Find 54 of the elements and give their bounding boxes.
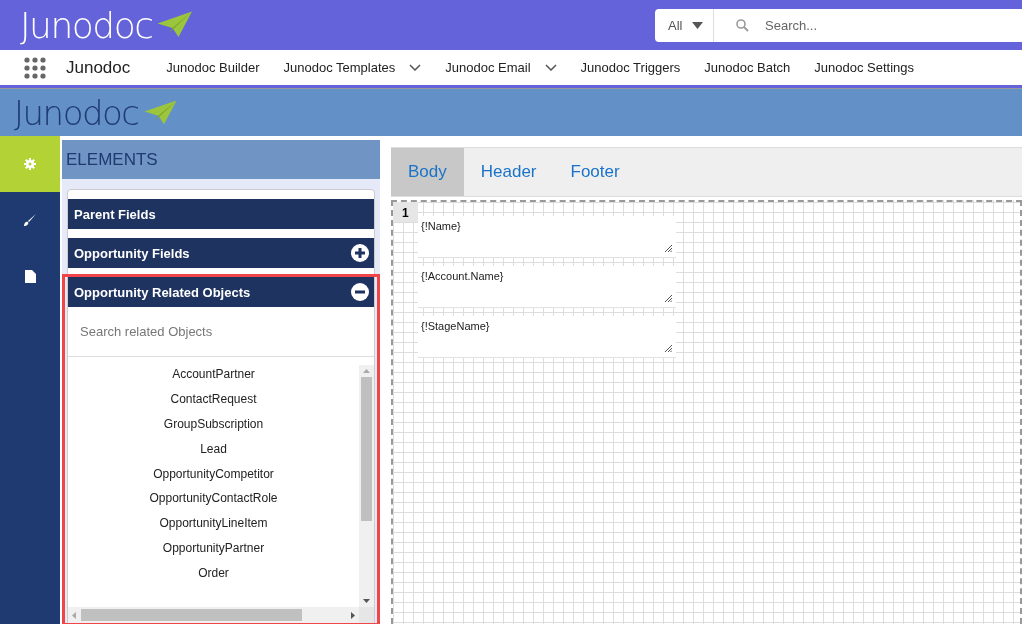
section-title: Opportunity Fields bbox=[74, 245, 190, 261]
scrollbar-corner bbox=[359, 607, 374, 623]
scope-dropdown[interactable]: All bbox=[655, 8, 714, 42]
resize-grip-icon bbox=[665, 345, 672, 352]
paper-plane-icon bbox=[156, 10, 194, 40]
editor-tab[interactable]: Header bbox=[463, 148, 554, 196]
nav-tab[interactable]: Junodoc Email bbox=[445, 60, 557, 75]
scrollbar-thumb[interactable] bbox=[81, 609, 302, 621]
line-number: 1 bbox=[393, 202, 418, 222]
nav-tab[interactable]: Junodoc Templates bbox=[283, 60, 422, 75]
list-item[interactable]: OpportunityPartner bbox=[162, 541, 265, 556]
document-icon bbox=[24, 269, 36, 283]
nav-tab[interactable]: Junodoc Settings bbox=[814, 60, 915, 75]
list-item[interactable]: Order bbox=[198, 566, 229, 581]
horizontal-scrollbar[interactable] bbox=[68, 607, 359, 623]
vertical-scrollbar[interactable] bbox=[359, 365, 374, 607]
accordion-header[interactable]: Parent Fields bbox=[68, 199, 374, 229]
junodoc-logo: Junodoc bbox=[20, 4, 153, 46]
scrollbar-thumb[interactable] bbox=[361, 377, 372, 521]
section-title: Opportunity Related Objects bbox=[74, 284, 251, 300]
plus-circle-icon[interactable] bbox=[351, 244, 369, 262]
list-item[interactable]: GroupSubscription bbox=[163, 416, 264, 431]
resize-grip-icon bbox=[665, 295, 672, 302]
accordion-header[interactable]: Opportunity Related Objects bbox=[68, 277, 374, 307]
panel-title: ELEMENTS bbox=[62, 140, 380, 179]
text-area[interactable]: {!StageName} bbox=[418, 316, 676, 358]
resize-grip-icon bbox=[665, 245, 672, 252]
brush-icon bbox=[23, 213, 37, 227]
list-item[interactable]: OpportunityCompetitor bbox=[153, 466, 274, 481]
nav-tab[interactable]: Junodoc Triggers bbox=[580, 60, 681, 75]
minus-circle-icon[interactable] bbox=[351, 283, 369, 301]
junodoc-logo: Junodoc bbox=[14, 92, 139, 133]
list-item[interactable]: Lead bbox=[200, 441, 227, 456]
list-item[interactable]: OpportunityContactRole bbox=[149, 491, 278, 506]
nav-tab[interactable]: Junodoc Batch bbox=[704, 60, 791, 75]
list-item[interactable]: AccountPartner bbox=[172, 367, 255, 381]
app-launcher-icon[interactable] bbox=[24, 56, 46, 79]
scroll-up-arrow-icon[interactable] bbox=[363, 369, 370, 373]
scroll-down-arrow-icon[interactable] bbox=[363, 599, 370, 603]
text-area[interactable]: {!Account.Name} bbox=[418, 266, 676, 308]
section-title: Parent Fields bbox=[74, 206, 156, 222]
accordion-header[interactable]: Opportunity Fields bbox=[68, 238, 374, 268]
search-icon bbox=[736, 18, 749, 32]
list-item[interactable]: ContactRequest bbox=[170, 391, 257, 406]
scroll-right-arrow-icon[interactable] bbox=[351, 611, 355, 619]
caret-icon bbox=[692, 21, 704, 29]
scroll-left-arrow-icon[interactable] bbox=[72, 611, 76, 619]
search-field[interactable]: Search... bbox=[714, 8, 1022, 42]
nav-tab[interactable]: Junodoc Builder bbox=[166, 60, 260, 75]
list-item[interactable]: OpportunityLineItem bbox=[159, 516, 268, 531]
app-name: Junodoc bbox=[66, 57, 131, 78]
text-area[interactable]: {!Name} bbox=[418, 216, 676, 258]
editor-tab[interactable]: Footer bbox=[553, 148, 637, 196]
settings-icon bbox=[24, 158, 36, 170]
